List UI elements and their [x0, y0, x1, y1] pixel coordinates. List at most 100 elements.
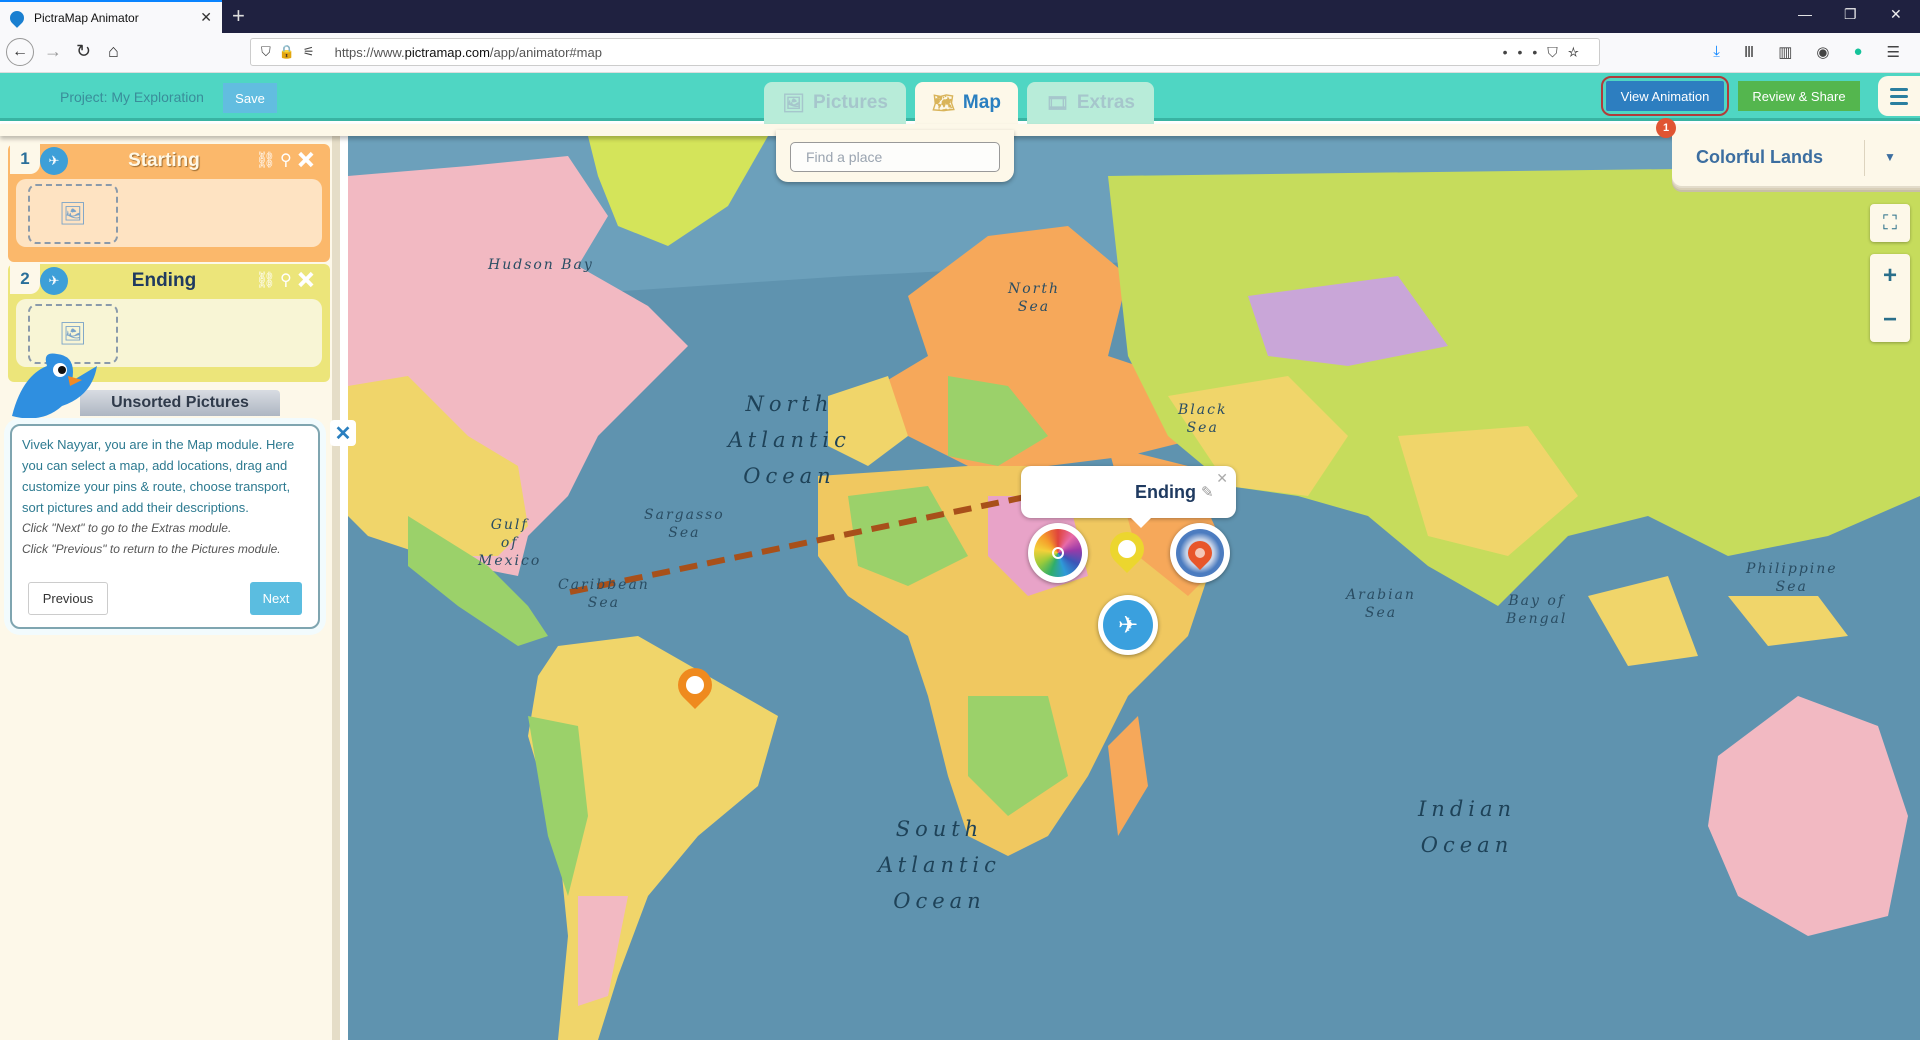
tutorial-message: Vivek Nayyar, you are in the Map module.… [22, 437, 295, 515]
plane-icon[interactable]: ✈ [40, 267, 68, 295]
pin-color-button[interactable] [1028, 523, 1088, 583]
mascot-bird-icon [12, 353, 97, 419]
pictramap-favicon-icon [7, 7, 27, 28]
tutorial-popup: Vivek Nayyar, you are in the Map module.… [10, 424, 320, 629]
transport-button[interactable]: ✈ [1098, 595, 1158, 655]
browser-tab-bar: PictraMap Animator ✕ + — ❐ ✕ [0, 0, 1920, 33]
home-icon[interactable]: ⌂ [108, 41, 119, 62]
url-path: /app/animator#map [489, 44, 602, 60]
sea-label: North Sea [1008, 281, 1061, 315]
edit-icon[interactable]: ✎ [1201, 483, 1214, 501]
find-place-panel [776, 130, 1014, 182]
review-share-button[interactable]: Review & Share [1738, 81, 1860, 111]
picture-dropzone[interactable]: 🖼 [28, 184, 118, 244]
new-tab-icon[interactable]: + [232, 3, 245, 29]
sea-label: Hudson Bay [488, 257, 594, 273]
tab-extras[interactable]: 🎞 Extras [1027, 82, 1154, 124]
tab-map[interactable]: 🗺 Map [915, 82, 1018, 124]
pin-icon[interactable]: ⚲ [280, 152, 296, 169]
zoom-out-button[interactable]: − [1883, 298, 1897, 342]
location-actions: ⛓⚲✖ [256, 150, 320, 170]
location-pictures-area: 🖼 [16, 179, 322, 247]
tutorial-hint-previous: Click "Previous" to return to the Pictur… [22, 542, 281, 556]
view-animation-button[interactable]: View Animation [1606, 81, 1724, 111]
location-title[interactable]: Starting [68, 150, 260, 172]
popup-title[interactable]: Ending [1021, 482, 1196, 503]
pin-style-button[interactable] [1170, 523, 1230, 583]
library-icon[interactable]: Ⅲ [1744, 43, 1754, 61]
pin-icon[interactable]: ⚲ [280, 272, 296, 289]
fullscreen-button[interactable]: ⛶ [1870, 204, 1910, 242]
save-button[interactable]: Save [223, 83, 277, 113]
tab-pictures-label: Pictures [812, 92, 888, 113]
url-bar[interactable]: ⛉🔒⚟ https://www. pictramap.com/app/animat… [250, 38, 1600, 66]
tutorial-close-icon[interactable]: ✕ [330, 420, 356, 446]
sea-label: Bay of Bengal [1506, 593, 1568, 627]
delete-icon[interactable]: ✖ [296, 152, 320, 169]
forward-icon[interactable]: → [44, 41, 62, 62]
fullscreen-icon: ⛶ [1883, 211, 1897, 234]
color-wheel-icon [1034, 529, 1082, 577]
sea-label: Gulf of Mexico [478, 517, 542, 569]
sea-label: Philippine Sea [1746, 561, 1838, 595]
link-icon[interactable]: ⛓ [256, 152, 280, 169]
plane-icon: ✈ [1103, 600, 1153, 650]
restore-icon[interactable]: ❐ [1844, 6, 1857, 23]
location-number: 2 [10, 264, 40, 294]
page-actions-icons[interactable]: •••⛉☆ [1503, 44, 1589, 61]
sidebar-icon[interactable]: ▥ [1778, 43, 1792, 61]
minimize-icon[interactable]: — [1798, 6, 1812, 22]
previous-button[interactable]: Previous [28, 582, 108, 615]
popup-tip [1131, 518, 1151, 528]
url-host: pictramap.com [404, 44, 490, 60]
location-actions: ⛓⚲✖ [256, 270, 320, 290]
sea-label: Caribbean Sea [558, 577, 650, 611]
tab-map-label: Map [962, 92, 1001, 113]
close-tab-icon[interactable]: ✕ [200, 9, 212, 26]
tutorial-hint-next: Click "Next" to go to the Extras module. [22, 521, 232, 535]
map-style-selector[interactable]: Colorful Lands ▼ [1672, 130, 1920, 186]
browser-nav-bar: ← → ↻ ⌂ ⛉🔒⚟ https://www. pictramap.com/ap… [0, 33, 1920, 73]
location-popup: Ending ✎ ✕ [1021, 466, 1236, 528]
reload-icon[interactable]: ↻ [76, 41, 91, 62]
back-icon[interactable]: ← [6, 38, 34, 66]
plane-icon[interactable]: ✈ [40, 147, 68, 175]
toolbar-icons: ⤓ Ⅲ ▥ ◉ ● ☰ [1713, 43, 1900, 61]
map-pin-style-icon [1176, 529, 1224, 577]
grammarly-icon[interactable]: ● [1853, 43, 1862, 61]
tab-pictures[interactable]: 🖼 Pictures [764, 82, 906, 124]
window-close-icon[interactable]: ✕ [1890, 6, 1902, 23]
security-icons: ⛉🔒⚟ [261, 44, 323, 59]
divider [1864, 140, 1865, 176]
zoom-in-button[interactable]: + [1883, 254, 1897, 298]
location-card[interactable]: 1 ✈ Starting ⛓⚲✖ 🖼 [8, 144, 330, 262]
pictures-icon: 🖼 [782, 92, 805, 113]
tab-extras-label: Extras [1076, 92, 1135, 113]
next-button[interactable]: Next [250, 582, 302, 615]
browser-tab[interactable]: PictraMap Animator ✕ [0, 0, 222, 33]
ocean-label: Indian Ocean [1418, 797, 1517, 857]
project-name: Project: My Exploration [60, 89, 204, 105]
unsorted-pictures-tab[interactable]: Unsorted Pictures [80, 390, 280, 416]
download-icon[interactable]: ⤓ [1713, 43, 1720, 61]
image-placeholder-icon: 🖼 [59, 201, 87, 226]
map-icon: 🗺 [932, 92, 955, 113]
zoom-control: + − [1870, 254, 1910, 342]
account-icon[interactable]: ◉ [1816, 43, 1829, 61]
map-style-label: Colorful Lands [1696, 147, 1823, 167]
ocean-label: South Atlantic Ocean [878, 817, 1001, 913]
find-place-input[interactable] [790, 142, 1000, 172]
sea-label: Sargasso Sea [644, 507, 725, 541]
world-map[interactable]: North Atlantic Ocean South Atlantic Ocean In… [348, 136, 1920, 1040]
location-number: 1 [10, 144, 40, 174]
app-menu-button[interactable] [1878, 76, 1920, 116]
film-icon: 🎞 [1046, 92, 1069, 113]
location-title[interactable]: Ending [68, 270, 260, 292]
delete-icon[interactable]: ✖ [296, 272, 320, 289]
link-icon[interactable]: ⛓ [256, 272, 280, 289]
url-prefix: https://www. [334, 44, 405, 60]
sea-label: Arabian Sea [1346, 587, 1416, 621]
chevron-down-icon[interactable]: ▼ [1884, 150, 1896, 164]
popup-close-icon[interactable]: ✕ [1216, 470, 1228, 487]
browser-menu-icon[interactable]: ☰ [1887, 43, 1900, 61]
